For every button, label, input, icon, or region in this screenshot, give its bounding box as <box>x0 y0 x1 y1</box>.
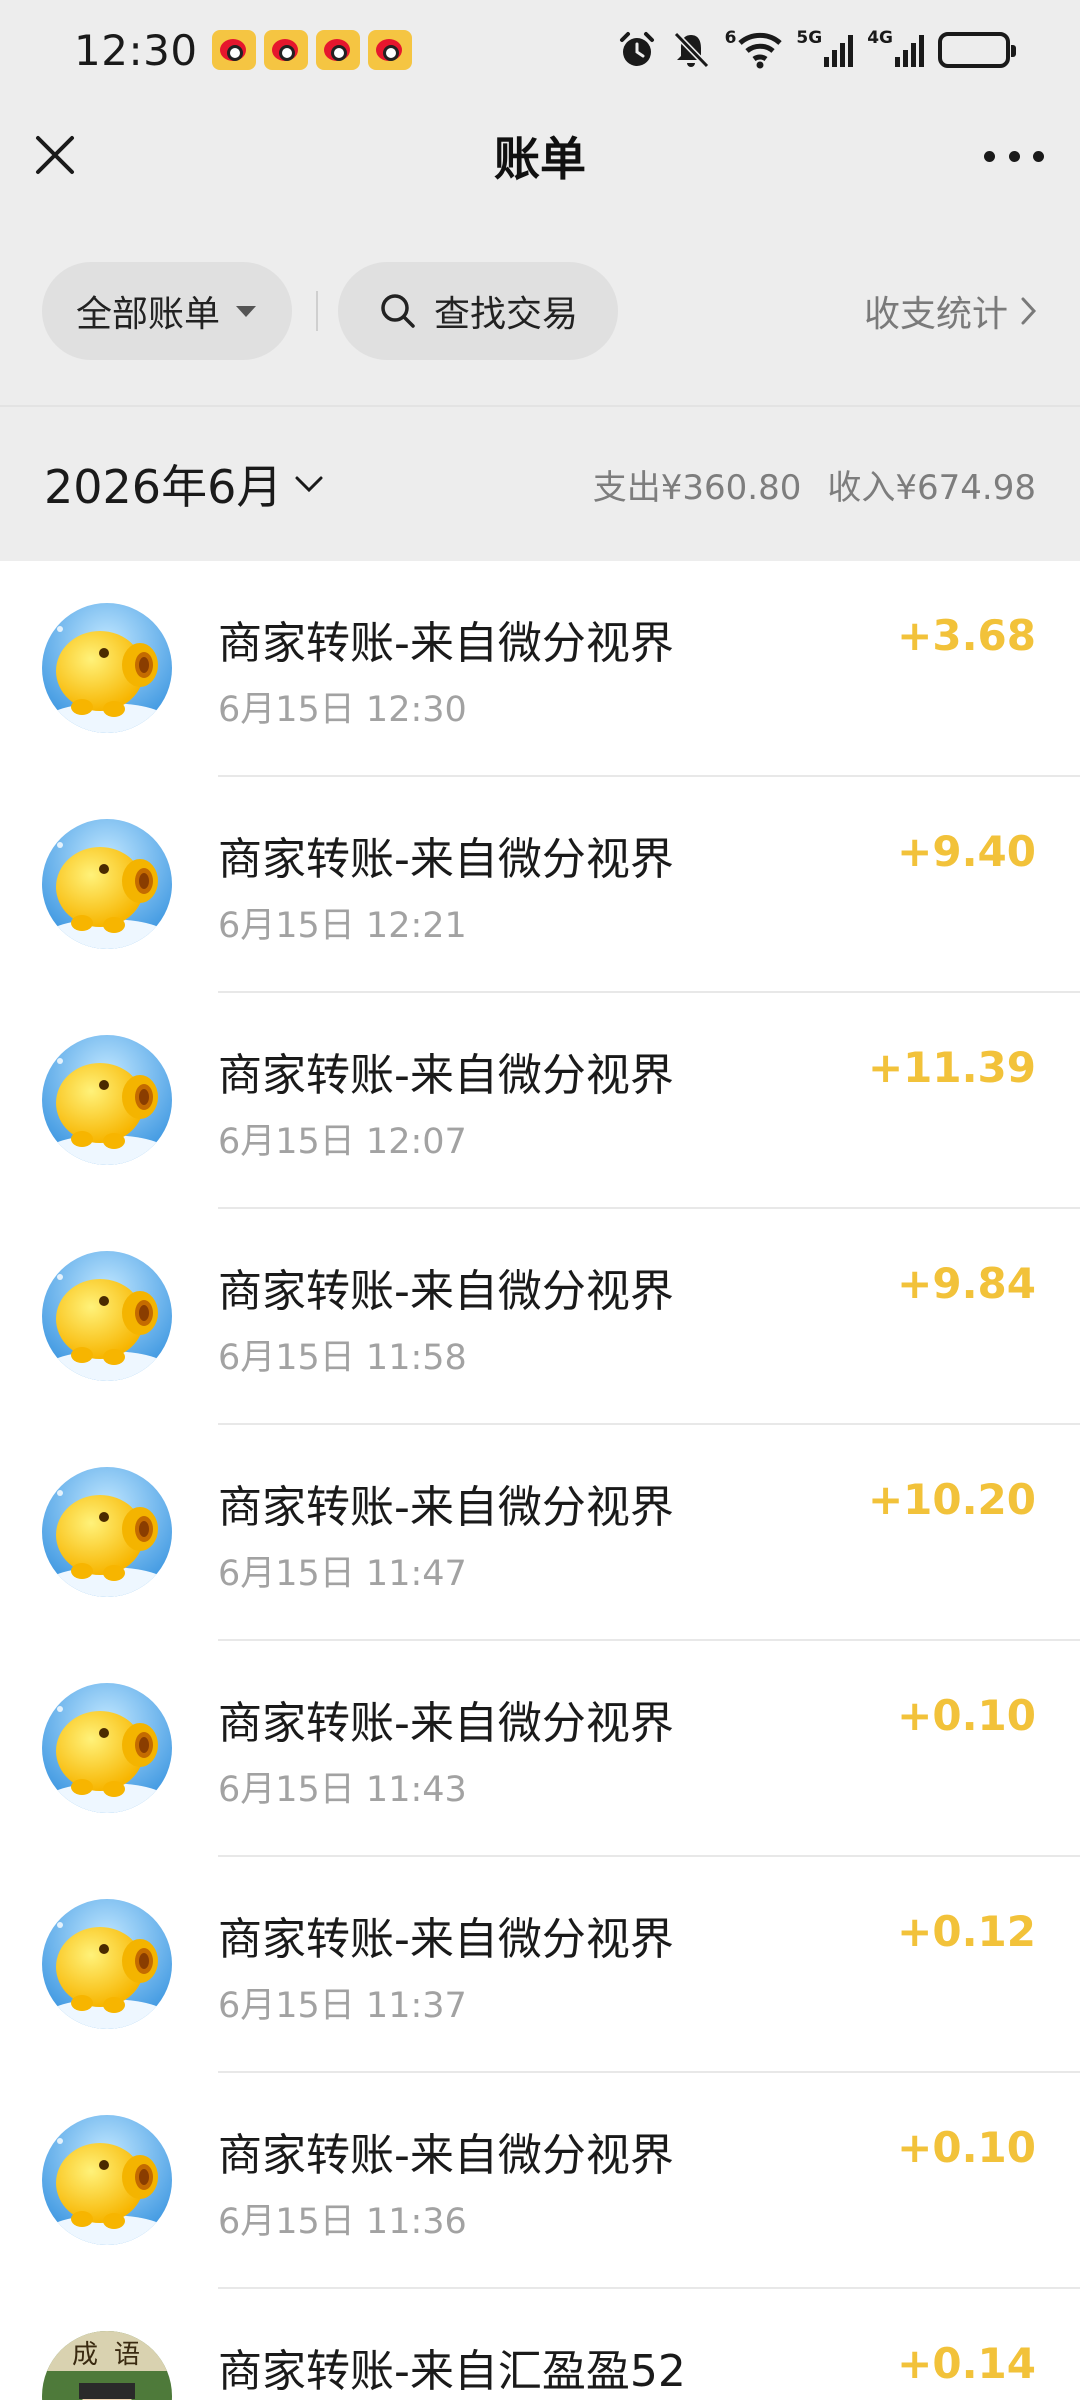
transaction-row[interactable]: 商家转账-来自微分视界 6月15日 11:37 +0.12 <box>0 1857 1080 2073</box>
more-icon[interactable] <box>984 136 1044 176</box>
transaction-list: 商家转账-来自微分视界 6月15日 12:30 +3.68 商家转账-来自微分视界 6… <box>0 561 1080 2400</box>
transaction-row[interactable]: 商家转账-来自微分视界 6月15日 11:58 +9.84 <box>0 1209 1080 1425</box>
weibo-icon <box>367 30 412 70</box>
alarm-icon <box>617 28 657 72</box>
transaction-time: 6月15日 11:47 <box>218 1554 467 1594</box>
transaction-row[interactable]: 商家转账-来自微分视界 6月15日 11:36 +0.10 <box>0 2073 1080 2289</box>
status-time: 12:30 <box>74 25 198 75</box>
battery-icon <box>938 28 1016 72</box>
svg-text:成: 成 <box>72 2340 98 2370</box>
transaction-amount: +0.12 <box>897 1907 1036 1956</box>
transaction-title: 商家转账-来自汇盈盈52 <box>218 2346 686 2397</box>
transaction-amount: +11.39 <box>867 1043 1036 1092</box>
yellow-pig-avatar <box>42 819 172 949</box>
transaction-amount: +10.20 <box>867 1475 1036 1524</box>
all-bills-dropdown[interactable]: 全部账单 <box>42 262 292 360</box>
transaction-amount: +3.68 <box>897 611 1036 660</box>
month-selector[interactable]: 2026年6月 <box>44 451 282 517</box>
idiom-game-avatar: 成 语 <box>42 2331 172 2400</box>
transaction-title: 商家转账-来自微分视界 <box>218 1266 674 1317</box>
weibo-icon <box>315 30 360 70</box>
transaction-amount: +0.10 <box>897 2123 1036 2172</box>
page-title: 账单 <box>494 132 586 186</box>
transaction-time: 6月15日 11:37 <box>218 1986 467 2026</box>
transaction-row[interactable]: 成 语 商家转账-来自汇盈盈52 +0.14 <box>0 2289 1080 2400</box>
income-total: 收入¥674.98 <box>827 467 1036 508</box>
signal-4g-icon: 4G <box>867 28 924 72</box>
transaction-time: 6月15日 11:58 <box>218 1338 467 1378</box>
transaction-row[interactable]: 商家转账-来自微分视界 6月15日 12:21 +9.40 <box>0 777 1080 993</box>
filter-bar: 全部账单 查找交易 收支统计 <box>0 262 1080 360</box>
notification-icons <box>211 30 412 70</box>
income-expense-stats-link[interactable]: 收支统计 <box>864 285 1038 337</box>
yellow-pig-avatar <box>42 1251 172 1381</box>
close-icon[interactable] <box>30 130 80 180</box>
sim2-label: 4G <box>867 28 893 48</box>
nav-bar: 账单 <box>0 100 1080 212</box>
yellow-pig-avatar <box>42 1899 172 2029</box>
status-bar: 12:30 6 5G 4G <box>0 0 1080 100</box>
transaction-row[interactable]: 商家转账-来自微分视界 6月15日 12:07 +11.39 <box>0 993 1080 1209</box>
month-header: 2026年6月 支出¥360.80 收入¥674.98 <box>0 405 1080 561</box>
sim1-label: 5G <box>796 28 823 48</box>
transaction-title: 商家转账-来自微分视界 <box>218 834 674 885</box>
transaction-amount: +0.10 <box>897 1691 1036 1740</box>
status-right-icons: 6 5G 4G <box>617 28 1016 72</box>
transaction-amount: +9.40 <box>897 827 1036 876</box>
transaction-row[interactable]: 商家转账-来自微分视界 6月15日 11:47 +10.20 <box>0 1425 1080 1641</box>
chevron-down-icon[interactable] <box>294 474 324 494</box>
transaction-time: 6月15日 11:43 <box>218 1770 467 1810</box>
divider <box>316 291 318 331</box>
transaction-row[interactable]: 商家转账-来自微分视界 6月15日 12:30 +3.68 <box>0 561 1080 777</box>
search-transactions-button[interactable]: 查找交易 <box>338 262 618 360</box>
transaction-time: 6月15日 12:21 <box>218 906 467 946</box>
transaction-title: 商家转账-来自微分视界 <box>218 2130 674 2181</box>
wifi-icon: 6 <box>725 28 783 72</box>
transaction-amount: +0.14 <box>897 2339 1036 2388</box>
all-bills-label: 全部账单 <box>76 294 221 335</box>
expense-total: 支出¥360.80 <box>592 467 802 508</box>
yellow-pig-avatar <box>42 1467 172 1597</box>
transaction-time: 6月15日 11:36 <box>218 2202 467 2242</box>
transaction-time: 6月15日 12:30 <box>218 690 467 730</box>
bill-page: 12:30 6 5G 4G 账单 全部账单 查找交易 收支统计 2026年6月 … <box>0 0 1080 2400</box>
month-summary: 支出¥360.80 收入¥674.98 <box>593 460 1036 509</box>
caret-down-icon <box>236 305 257 317</box>
wifi-label: 6 <box>724 28 737 48</box>
yellow-pig-avatar <box>42 1035 172 1165</box>
transaction-title: 商家转账-来自微分视界 <box>218 1050 674 1101</box>
yellow-pig-avatar <box>42 1683 172 1813</box>
svg-text:语: 语 <box>114 2340 140 2370</box>
weibo-icon <box>263 30 308 70</box>
transaction-amount: +9.84 <box>897 1259 1036 1308</box>
transaction-title: 商家转账-来自微分视界 <box>218 618 674 669</box>
weibo-icon <box>211 30 256 70</box>
mute-icon <box>671 28 711 72</box>
signal-5g-icon: 5G <box>796 28 854 72</box>
transaction-title: 商家转账-来自微分视界 <box>218 1698 674 1749</box>
stats-label: 收支统计 <box>863 294 1008 335</box>
chevron-right-icon <box>1021 297 1037 325</box>
transaction-row[interactable]: 商家转账-来自微分视界 6月15日 11:43 +0.10 <box>0 1641 1080 1857</box>
transaction-title: 商家转账-来自微分视界 <box>218 1482 674 1533</box>
transaction-title: 商家转账-来自微分视界 <box>218 1914 674 1965</box>
yellow-pig-avatar <box>42 603 172 733</box>
search-icon <box>381 294 415 328</box>
yellow-pig-avatar <box>42 2115 172 2245</box>
transaction-time: 6月15日 12:07 <box>218 1122 467 1162</box>
search-label: 查找交易 <box>434 294 579 335</box>
